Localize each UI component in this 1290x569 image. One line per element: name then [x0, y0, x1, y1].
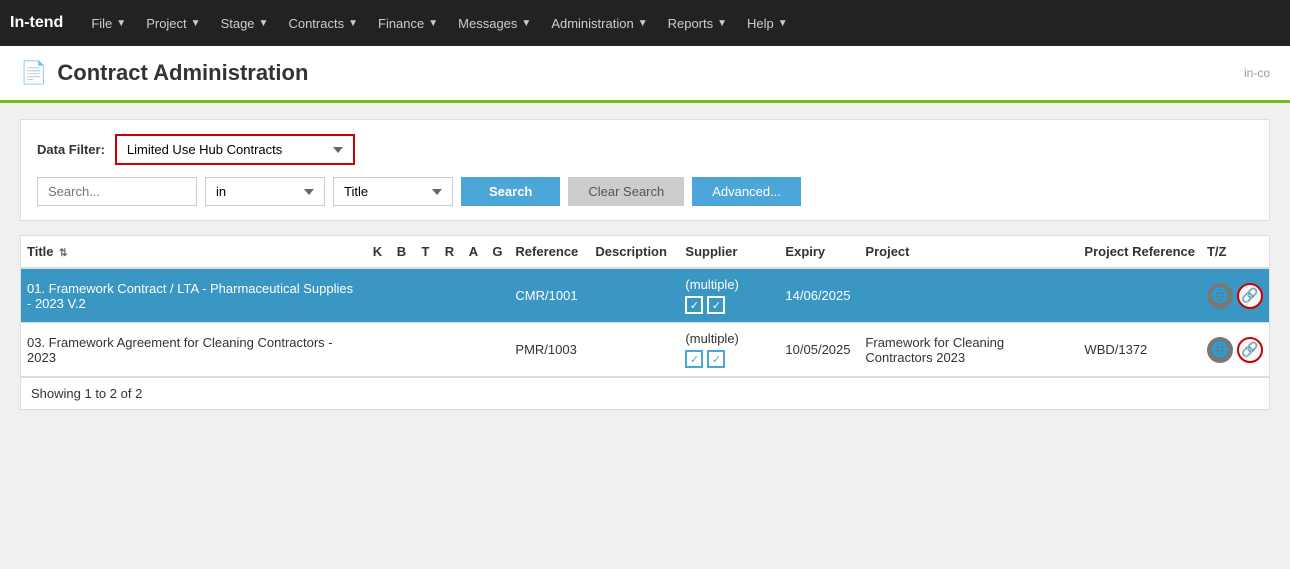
col-header-g: G — [485, 236, 509, 268]
cell-supplier: (multiple) ✓ ✓ — [679, 323, 779, 377]
col-header-supplier: Supplier — [679, 236, 779, 268]
cell-reference: CMR/1001 — [509, 268, 589, 323]
nav-messages[interactable]: Messages▼ — [448, 0, 541, 46]
link-icon[interactable]: 🔗 — [1237, 283, 1263, 309]
nav-project[interactable]: Project▼ — [136, 0, 210, 46]
results-table: Title ⇅ K B T R A G Reference Descriptio… — [21, 236, 1269, 377]
col-header-reference: Reference — [509, 236, 589, 268]
cell-project-reference — [1078, 268, 1201, 323]
page-title: Contract Administration — [57, 60, 308, 86]
checkbox-1[interactable]: ✓ — [685, 350, 703, 368]
cell-g — [485, 323, 509, 377]
col-header-project-reference: Project Reference — [1078, 236, 1201, 268]
col-header-expiry: Expiry — [779, 236, 859, 268]
cell-r — [437, 323, 461, 377]
nav-administration[interactable]: Administration▼ — [541, 0, 657, 46]
cell-b — [389, 268, 413, 323]
cell-a — [461, 268, 485, 323]
cell-expiry: 10/05/2025 — [779, 323, 859, 377]
data-filter-label: Data Filter: — [37, 142, 105, 157]
search-field-select[interactable]: Title Reference Description Supplier — [333, 177, 453, 206]
cell-title: 01. Framework Contract / LTA - Pharmaceu… — [21, 268, 365, 323]
search-row: in not in Title Reference Description Su… — [37, 177, 1253, 206]
advanced-button[interactable]: Advanced... — [692, 177, 801, 206]
table-row: 03. Framework Agreement for Cleaning Con… — [21, 323, 1269, 377]
col-header-t: T — [413, 236, 437, 268]
nav-contracts[interactable]: Contracts▼ — [278, 0, 368, 46]
table-row: 01. Framework Contract / LTA - Pharmaceu… — [21, 268, 1269, 323]
col-header-a: A — [461, 236, 485, 268]
checkbox-2[interactable]: ✓ — [707, 296, 725, 314]
link-icon[interactable]: 🔗 — [1237, 337, 1263, 363]
cell-r — [437, 268, 461, 323]
search-input[interactable] — [37, 177, 197, 206]
main-content: Data Filter: Limited Use Hub Contracts i… — [0, 103, 1290, 426]
cell-a — [461, 323, 485, 377]
col-header-description: Description — [589, 236, 679, 268]
cell-title: 03. Framework Agreement for Cleaning Con… — [21, 323, 365, 377]
page-title-group: 📄 Contract Administration — [20, 60, 308, 86]
col-header-r: R — [437, 236, 461, 268]
col-header-tz: T/Z — [1201, 236, 1269, 268]
cell-description — [589, 323, 679, 377]
cell-t — [413, 268, 437, 323]
cell-expiry: 14/06/2025 — [779, 268, 859, 323]
cell-description — [589, 268, 679, 323]
col-header-project: Project — [859, 236, 1078, 268]
nav-file[interactable]: File▼ — [81, 0, 136, 46]
nav-stage[interactable]: Stage▼ — [211, 0, 279, 46]
nav-finance[interactable]: Finance▼ — [368, 0, 448, 46]
cell-reference: PMR/1003 — [509, 323, 589, 377]
results-table-section: Title ⇅ K B T R A G Reference Descriptio… — [20, 235, 1270, 410]
cell-project-reference: WBD/1372 — [1078, 323, 1201, 377]
col-header-k: K — [365, 236, 389, 268]
col-header-b: B — [389, 236, 413, 268]
clear-search-button[interactable]: Clear Search — [568, 177, 684, 206]
page-icon: 📄 — [20, 60, 47, 86]
nav-reports[interactable]: Reports▼ — [658, 0, 737, 46]
cell-k — [365, 268, 389, 323]
cell-project — [859, 268, 1078, 323]
cell-k — [365, 323, 389, 377]
cell-g — [485, 268, 509, 323]
page-header: 📄 Contract Administration in-co — [0, 46, 1290, 103]
showing-label: Showing 1 to 2 of 2 — [21, 377, 1269, 409]
globe-icon[interactable]: 🌐 — [1207, 283, 1233, 309]
cell-tz: 🌐 🔗 — [1201, 268, 1269, 323]
cell-t — [413, 323, 437, 377]
nav-help[interactable]: Help▼ — [737, 0, 798, 46]
brand: In-tend — [10, 14, 63, 32]
data-filter-select[interactable]: Limited Use Hub Contracts — [115, 134, 355, 165]
filter-section: Data Filter: Limited Use Hub Contracts i… — [20, 119, 1270, 221]
cell-b — [389, 323, 413, 377]
globe-icon[interactable]: 🌐 — [1207, 337, 1233, 363]
filter-row: Data Filter: Limited Use Hub Contracts — [37, 134, 1253, 165]
navbar: In-tend File▼ Project▼ Stage▼ Contracts▼… — [0, 0, 1290, 46]
search-button[interactable]: Search — [461, 177, 560, 206]
checkbox-2[interactable]: ✓ — [707, 350, 725, 368]
cell-tz: 🌐 🔗 — [1201, 323, 1269, 377]
cell-project: Framework for Cleaning Contractors 2023 — [859, 323, 1078, 377]
checkbox-1[interactable]: ✓ — [685, 296, 703, 314]
search-in-select[interactable]: in not in — [205, 177, 325, 206]
col-header-title: Title ⇅ — [21, 236, 365, 268]
cell-supplier: (multiple) ✓ ✓ — [679, 268, 779, 323]
page-corner-label: in-co — [1244, 66, 1270, 80]
